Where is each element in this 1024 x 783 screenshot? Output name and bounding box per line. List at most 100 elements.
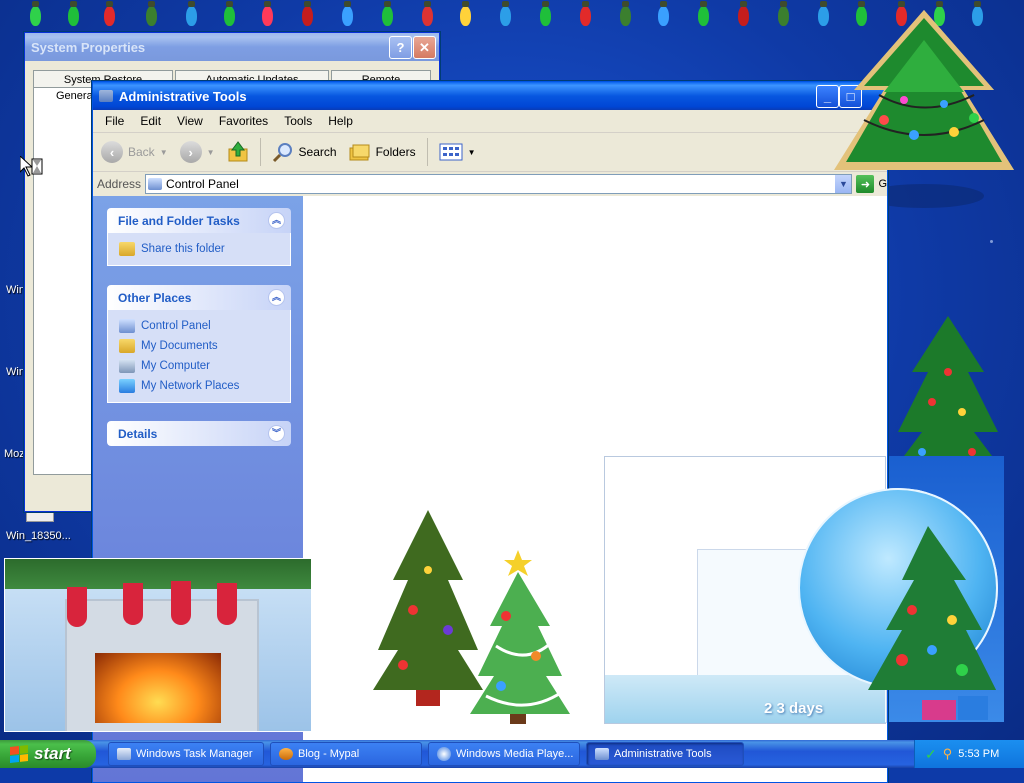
- panel-title: File and Folder Tasks: [118, 213, 240, 228]
- clock[interactable]: 5:53 PM: [958, 748, 999, 760]
- control-panel-link[interactable]: Control Panel: [119, 316, 290, 336]
- close-button[interactable]: ✕: [413, 36, 436, 59]
- link-label: My Documents: [141, 340, 218, 352]
- taskbar-button-task-manager[interactable]: Windows Task Manager: [108, 742, 264, 766]
- shared-folder-icon: [119, 242, 135, 256]
- start-button[interactable]: start: [0, 740, 96, 768]
- system-properties-titlebar[interactable]: System Properties ? ✕: [25, 33, 439, 61]
- tray-network-icon[interactable]: ✓: [925, 746, 937, 763]
- menu-bar: File Edit View Favorites Tools Help: [93, 110, 887, 133]
- countdown-text: 2 3 days: [764, 700, 824, 717]
- help-button[interactable]: ?: [389, 36, 412, 59]
- busy-cursor-icon: [20, 156, 43, 177]
- windows-logo-icon: [10, 745, 28, 763]
- search-button[interactable]: Search: [268, 139, 341, 165]
- forward-arrow-icon: ›: [179, 141, 202, 163]
- taskbar-button-label: Windows Media Playe...: [456, 748, 574, 760]
- taskbar-button-label: Windows Task Manager: [136, 748, 253, 760]
- christmas-tree-decoration: [868, 526, 996, 720]
- folders-button[interactable]: Folders: [345, 140, 420, 164]
- my-computer-link[interactable]: My Computer: [119, 356, 290, 376]
- address-input[interactable]: Control Panel ▼: [145, 174, 853, 194]
- explorer-titlebar[interactable]: Administrative Tools _ □: [93, 82, 887, 110]
- back-arrow-icon: ‹: [101, 141, 123, 163]
- desktop-icon-label[interactable]: Moz: [4, 448, 25, 460]
- menu-favorites[interactable]: Favorites: [211, 114, 276, 128]
- menu-tools[interactable]: Tools: [276, 114, 320, 128]
- collapse-chevron-icon[interactable]: ︽: [268, 289, 285, 306]
- christmas-tree-decoration: [834, 10, 1014, 170]
- menu-edit[interactable]: Edit: [132, 114, 169, 128]
- panel-header[interactable]: Details ︾: [107, 421, 291, 446]
- up-button[interactable]: [223, 139, 253, 165]
- menu-help[interactable]: Help: [320, 114, 361, 128]
- task-manager-icon: [117, 748, 131, 760]
- panel-title: Other Places: [118, 290, 192, 305]
- control-panel-icon: [148, 178, 163, 190]
- folders-icon: [349, 144, 370, 161]
- control-panel-icon: [99, 90, 113, 102]
- standard-toolbar: ‹ Back ▼ › ▼ Search Folders ▼: [93, 133, 887, 172]
- other-places-panel: Other Places ︽ Control Panel My Document…: [107, 285, 291, 403]
- back-label: Back: [128, 145, 155, 159]
- toolbar-separator: [259, 138, 261, 166]
- control-panel-icon: [119, 319, 135, 333]
- christmas-trees-overlay: [373, 510, 570, 724]
- taskbar-button-administrative-tools[interactable]: Administrative Tools: [586, 742, 744, 766]
- folder-up-icon: [228, 141, 248, 162]
- my-network-places-link[interactable]: My Network Places: [119, 376, 290, 396]
- panel-title: Details: [118, 426, 158, 441]
- taskbar: start Windows Task Manager Blog - Mypal …: [0, 740, 1024, 768]
- back-button[interactable]: ‹ Back ▼: [97, 139, 172, 165]
- views-icon: [439, 143, 463, 161]
- panel-body: Share this folder: [107, 233, 291, 266]
- dropdown-arrow-icon[interactable]: ▼: [160, 148, 168, 157]
- address-value: Control Panel: [166, 177, 239, 191]
- panel-header[interactable]: Other Places ︽: [107, 285, 291, 310]
- panel-body: Control Panel My Documents My Computer M…: [107, 310, 291, 403]
- link-label: Control Panel: [141, 320, 211, 332]
- dropdown-arrow-icon[interactable]: ▼: [207, 148, 215, 157]
- address-label: Address: [97, 177, 142, 191]
- tray-search-icon[interactable]: ⚲: [943, 746, 953, 762]
- link-label: My Network Places: [141, 380, 240, 392]
- control-panel-icon: [595, 748, 609, 760]
- window-title: System Properties: [31, 39, 146, 55]
- address-bar: Address Control Panel ▼ ➜ G: [93, 172, 887, 197]
- my-documents-link[interactable]: My Documents: [119, 336, 290, 356]
- dropdown-arrow-icon[interactable]: ▼: [468, 148, 476, 157]
- share-folder-link[interactable]: Share this folder: [119, 239, 290, 259]
- network-places-icon: [119, 379, 135, 393]
- fireplace-decoration: [4, 558, 312, 732]
- desktop-icon-label[interactable]: Win_18350...: [6, 530, 71, 542]
- taskbar-button-media-player[interactable]: Windows Media Playe...: [428, 742, 580, 766]
- search-icon: [272, 143, 292, 163]
- taskbar-button-label: Administrative Tools: [614, 748, 712, 760]
- folders-label: Folders: [375, 145, 416, 159]
- menu-file[interactable]: File: [97, 114, 132, 128]
- views-button[interactable]: ▼: [435, 140, 480, 164]
- taskbar-button-label: Blog - Mypal: [298, 748, 360, 760]
- expand-chevron-icon[interactable]: ︾: [268, 425, 285, 442]
- panel-header[interactable]: File and Folder Tasks ︽: [107, 208, 291, 233]
- media-player-icon: [437, 747, 451, 761]
- toolbar-separator: [426, 138, 428, 166]
- forward-button[interactable]: › ▼: [176, 139, 219, 165]
- taskbar-button-mypal[interactable]: Blog - Mypal: [270, 742, 422, 766]
- desktop-icon-label[interactable]: Win: [6, 284, 25, 296]
- desktop-icon-label[interactable]: Win: [6, 366, 25, 378]
- browser-icon: [279, 748, 293, 760]
- my-computer-icon: [119, 359, 135, 373]
- link-label: Share this folder: [141, 243, 225, 255]
- tab-general[interactable]: Genera: [56, 90, 93, 102]
- window-title: Administrative Tools: [119, 88, 247, 104]
- system-tray: ✓ ⚲ 5:53 PM: [914, 740, 1024, 768]
- my-documents-icon: [119, 339, 135, 353]
- tab-page: Genera: [33, 87, 95, 475]
- details-panel: Details ︾: [107, 421, 291, 446]
- collapse-chevron-icon[interactable]: ︽: [268, 212, 285, 229]
- desktop-icon[interactable]: [26, 512, 54, 522]
- file-folder-tasks-panel: File and Folder Tasks ︽ Share this folde…: [107, 208, 291, 266]
- menu-view[interactable]: View: [169, 114, 211, 128]
- search-label: Search: [298, 145, 337, 159]
